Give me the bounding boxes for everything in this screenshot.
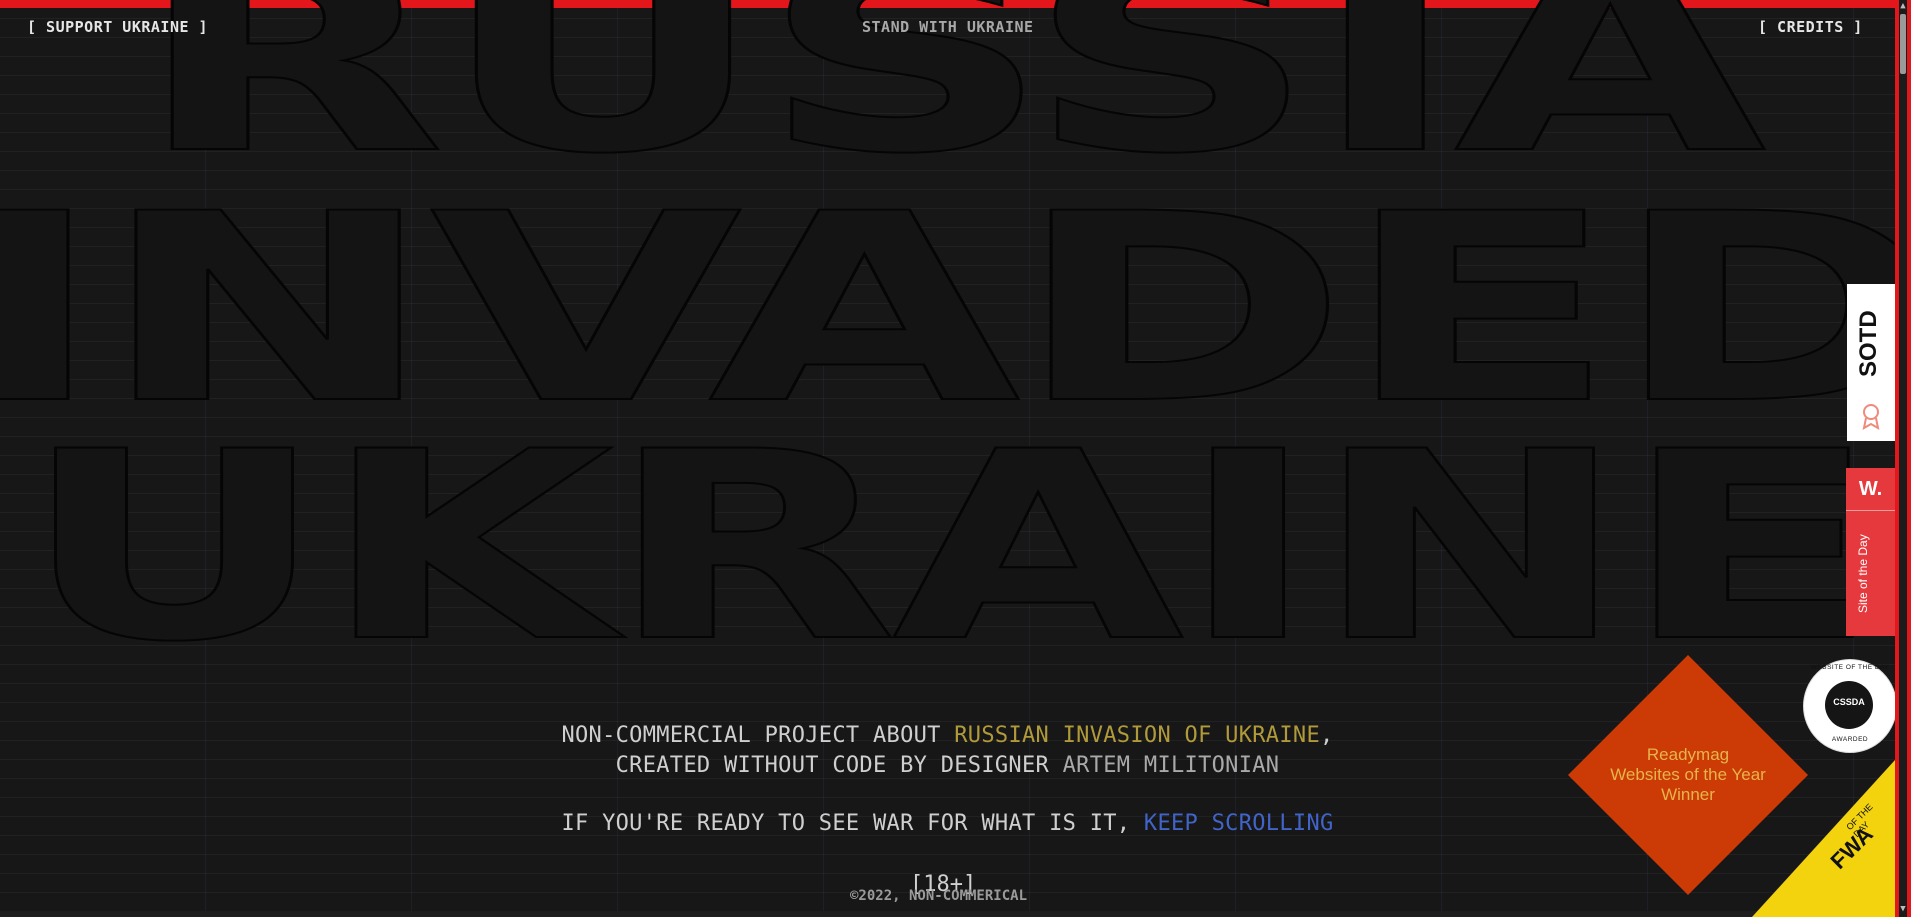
keep-scrolling-link[interactable]: KEEP SCROLLING	[1144, 811, 1334, 836]
scroll-up-arrow-icon[interactable]: ▲	[1897, 1, 1909, 11]
intro-line-1-text: NON-COMMERCIAL PROJECT ABOUT	[561, 723, 955, 748]
awwwards-badge[interactable]: W. Site of the Day	[1846, 468, 1895, 636]
cssda-badge[interactable]: WEBSITE OF THE DAY CSSDA AWARDED	[1803, 659, 1897, 753]
invasion-highlight: RUSSIAN INVASION OF UKRAINE	[954, 723, 1320, 748]
cssda-logo: CSSDA	[1825, 681, 1873, 729]
cssda-top-label: WEBSITE OF THE DAY	[1810, 664, 1890, 671]
fwa-badge[interactable]: FWA OF THE DAY	[1752, 760, 1895, 917]
intro-line-2-text: CREATED WITHOUT CODE BY DESIGNER	[615, 753, 1063, 778]
scrollbar-thumb[interactable]	[1900, 14, 1906, 74]
sotd-label: SOTD	[1855, 310, 1882, 378]
ribbon-icon	[1859, 402, 1883, 430]
scrollbar-track[interactable]	[1899, 0, 1907, 917]
cssda-logo-label: CSSDA	[1833, 697, 1865, 707]
copyright-label: ©2022, NON-COMMERICAL	[850, 888, 1028, 904]
page: RUSSIA INVADED UKRAINE [ SUPPORT UKRAINE…	[0, 0, 1911, 917]
designer-name-link[interactable]: ARTEM MILITONIAN	[1063, 753, 1280, 778]
bottom-bar	[0, 911, 1895, 917]
awwwards-label: Site of the Day	[1856, 534, 1870, 614]
credits-link[interactable]: [ CREDITS ]	[1758, 18, 1863, 36]
scrollbar[interactable]: ▲ ▼	[1895, 0, 1911, 917]
stand-with-ukraine-label: STAND WITH UKRAINE	[862, 18, 1034, 36]
intro-line-3-text: IF YOU'RE READY TO SEE WAR FOR WHAT IS I…	[561, 811, 1144, 836]
cssda-bottom-label: AWARDED	[1831, 736, 1869, 743]
sotd-badge[interactable]: SOTD	[1847, 284, 1895, 441]
awwwards-divider	[1846, 510, 1895, 511]
scroll-down-arrow-icon[interactable]: ▼	[1897, 904, 1909, 914]
intro-line-1-suffix: ,	[1319, 723, 1334, 748]
support-ukraine-link[interactable]: [ SUPPORT UKRAINE ]	[27, 18, 208, 36]
hero-word-ukraine: UKRAINE	[20, 397, 1882, 699]
awwwards-logo: W.	[1858, 478, 1883, 500]
